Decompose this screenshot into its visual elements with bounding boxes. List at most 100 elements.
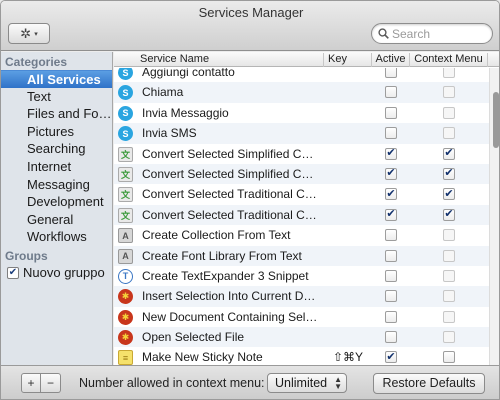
active-checkbox[interactable] <box>385 106 397 119</box>
titlebar: Services Manager ✲ ▾ <box>1 1 499 51</box>
scrollbar-thumb[interactable] <box>493 92 499 148</box>
active-checkbox[interactable]: ✔ <box>385 147 397 160</box>
table-row[interactable]: S Invia SMS <box>114 123 489 144</box>
skype-service-icon: S <box>118 105 133 121</box>
table-row[interactable]: ≡ Make New Sticky Note ⇧⌘Y ✔ <box>114 347 489 365</box>
table-row[interactable]: S Chiama <box>114 82 489 103</box>
context-menu-checkbox[interactable] <box>443 269 455 282</box>
context-menu-checkbox[interactable] <box>443 290 455 303</box>
sidebar-item-messaging[interactable]: Messaging <box>1 176 112 194</box>
context-menu-checkbox[interactable] <box>443 86 455 99</box>
sidebar-item-files-and-folders[interactable]: Files and Fo… <box>1 105 112 123</box>
active-checkbox[interactable] <box>385 86 397 99</box>
table-row[interactable]: T Create TextExpander 3 Snippet <box>114 265 489 287</box>
table-row[interactable]: 文 Convert Selected Traditional C… ✔ ✔ <box>114 184 489 205</box>
sidebar-item-pictures[interactable]: Pictures <box>1 123 112 141</box>
doc-service-icon: 文 <box>118 146 133 162</box>
service-name: Create TextExpander 3 Snippet <box>142 268 309 283</box>
groups-heading: Groups <box>5 248 48 263</box>
column-header-service-name[interactable]: Service Name <box>114 53 324 67</box>
vertical-scrollbar[interactable] <box>489 68 499 365</box>
service-name: Convert Selected Simplified C… <box>142 166 314 181</box>
active-checkbox[interactable]: ✔ <box>385 351 397 364</box>
restore-defaults-button[interactable]: Restore Defaults <box>373 373 485 394</box>
table-row[interactable]: ✱ Insert Selection Into Current D… <box>114 286 489 307</box>
active-checkbox[interactable]: ✔ <box>385 167 397 180</box>
column-header-active[interactable]: Active <box>372 53 410 67</box>
sidebar-item-development[interactable]: Development <box>1 193 112 211</box>
skype-service-icon: S <box>118 68 133 80</box>
service-name: Create Font Library From Text <box>142 248 302 263</box>
services-manager-window: Services Manager ✲ ▾ Categories All Serv… <box>0 0 500 400</box>
context-menu-checkbox[interactable]: ✔ <box>443 147 455 160</box>
services-table: Service Name Key Active Context Menu S Ag… <box>114 52 499 365</box>
remove-button[interactable]: − <box>41 373 61 393</box>
table-header: Service Name Key Active Context Menu <box>114 52 499 67</box>
service-shortcut[interactable]: ⇧⌘Y <box>324 347 372 365</box>
table-row[interactable]: 文 Convert Selected Simplified C… ✔ ✔ <box>114 143 489 164</box>
column-header-context-menu[interactable]: Context Menu <box>410 53 488 67</box>
active-checkbox[interactable] <box>385 269 397 282</box>
table-row[interactable]: ✱ New Document Containing Sel… <box>114 306 489 328</box>
sidebar-item-text[interactable]: Text <box>1 88 112 106</box>
context-menu-checkbox[interactable] <box>443 229 455 242</box>
context-menu-checkbox[interactable] <box>443 106 455 119</box>
context-limit-value: Unlimited <box>275 376 328 390</box>
sidebar-item-internet[interactable]: Internet <box>1 158 112 176</box>
table-row[interactable]: S Invia Messaggio <box>114 102 489 124</box>
active-checkbox[interactable] <box>385 310 397 323</box>
search-icon <box>378 28 389 39</box>
sticky-service-icon: ≡ <box>118 350 133 365</box>
table-row[interactable]: 文 Convert Selected Simplified C… ✔ ✔ <box>114 163 489 185</box>
service-name: Create Collection From Text <box>142 228 291 243</box>
column-header-key[interactable]: Key <box>324 53 372 67</box>
red-service-icon: ✱ <box>118 309 133 325</box>
active-checkbox[interactable] <box>385 68 397 78</box>
table-row[interactable]: 文 Convert Selected Traditional C… ✔ ✔ <box>114 204 489 226</box>
action-menu-button[interactable]: ✲ ▾ <box>8 23 50 44</box>
service-name: Convert Selected Traditional C… <box>142 187 317 202</box>
skype-service-icon: S <box>118 126 133 142</box>
context-menu-checkbox[interactable] <box>443 310 455 323</box>
sidebar-group-nuovo-gruppo[interactable]: ✔ Nuovo gruppo <box>1 264 112 282</box>
table-row[interactable]: ✱ Open Selected File <box>114 327 489 348</box>
context-menu-checkbox[interactable] <box>443 351 455 364</box>
active-checkbox[interactable] <box>385 331 397 344</box>
search-input[interactable] <box>392 26 482 41</box>
service-name: Open Selected File <box>142 330 245 345</box>
context-menu-checkbox[interactable] <box>443 127 455 140</box>
gear-icon: ✲ <box>20 26 32 41</box>
active-checkbox[interactable] <box>385 229 397 242</box>
bottom-bar: + − Number allowed in context menu: Unli… <box>1 365 499 399</box>
service-name: Invia Messaggio <box>142 105 229 120</box>
context-menu-checkbox[interactable] <box>443 331 455 344</box>
group-checkbox[interactable]: ✔ <box>7 266 19 279</box>
context-menu-checkbox[interactable] <box>443 68 455 78</box>
active-checkbox[interactable] <box>385 249 397 262</box>
context-menu-checkbox[interactable]: ✔ <box>443 188 455 201</box>
table-row[interactable]: A Create Font Library From Text <box>114 245 489 266</box>
red-service-icon: ✱ <box>118 289 133 305</box>
add-button[interactable]: + <box>21 373 41 393</box>
context-limit-label: Number allowed in context menu: <box>79 376 265 390</box>
service-name: Convert Selected Traditional C… <box>142 207 317 222</box>
context-menu-checkbox[interactable]: ✔ <box>443 167 455 180</box>
search-field[interactable] <box>371 23 493 44</box>
sidebar-item-general[interactable]: General <box>1 211 112 229</box>
te-service-icon: T <box>118 268 133 284</box>
table-row[interactable]: A Create Collection From Text <box>114 225 489 246</box>
active-checkbox[interactable] <box>385 127 397 140</box>
context-menu-checkbox[interactable]: ✔ <box>443 208 455 221</box>
active-checkbox[interactable]: ✔ <box>385 208 397 221</box>
table-row[interactable]: S Aggiungi contatto <box>114 68 489 83</box>
active-checkbox[interactable]: ✔ <box>385 188 397 201</box>
categories-heading: Categories <box>5 55 68 69</box>
chevron-down-icon: ▾ <box>34 30 38 38</box>
context-limit-popup[interactable]: Unlimited ▲ ▼ <box>267 373 347 393</box>
active-checkbox[interactable] <box>385 290 397 303</box>
sidebar-item-searching[interactable]: Searching <box>1 140 112 158</box>
skype-service-icon: S <box>118 85 133 101</box>
sidebar-item-all-services[interactable]: All Services <box>1 70 112 88</box>
context-menu-checkbox[interactable] <box>443 249 455 262</box>
sidebar-item-workflows[interactable]: Workflows <box>1 228 112 246</box>
